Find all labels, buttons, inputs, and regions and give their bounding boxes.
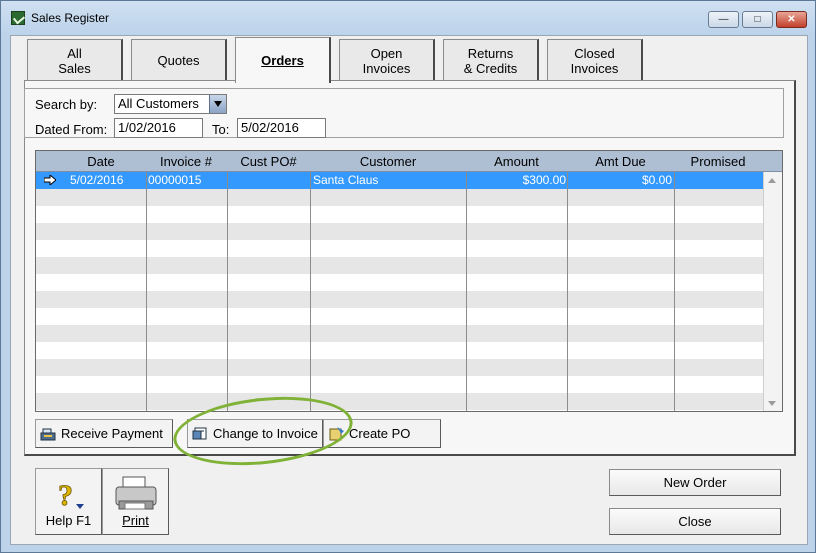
create-po-button[interactable]: Create PO [323, 419, 441, 448]
column-divider [567, 172, 568, 411]
print-button[interactable]: Print [102, 468, 169, 535]
purchase-order-icon [329, 426, 344, 440]
cell-customer: Santa Claus [313, 173, 379, 187]
maximize-button[interactable]: □ [742, 11, 773, 28]
tab-open-invoices[interactable]: Open Invoices [339, 39, 435, 81]
receive-payment-button[interactable]: Receive Payment [35, 419, 173, 448]
close-window-button[interactable]: ✕ [776, 11, 807, 28]
window-title: Sales Register [31, 11, 110, 25]
search-by-label: Search by: [35, 97, 98, 112]
date-to-field[interactable]: 5/02/2016 [237, 118, 326, 138]
scroll-down-icon[interactable] [768, 401, 776, 406]
title-bar: Sales Register — □ ✕ [1, 1, 815, 35]
app-icon [11, 11, 25, 25]
to-label: To: [212, 122, 230, 137]
printer-icon [115, 476, 157, 510]
filter-group: Search by: All Customers Dated From: 1/0… [24, 88, 784, 138]
orders-table: Date Invoice # Cust PO# Customer Amount … [35, 150, 783, 412]
cell-amt-due: $0.00 [641, 173, 672, 187]
cash-register-icon [40, 428, 56, 440]
change-to-invoice-label: Change to Invoice [213, 426, 318, 441]
column-header-cust-po[interactable]: Cust PO# [227, 154, 310, 169]
create-po-label: Create PO [349, 426, 411, 441]
column-header-promised[interactable]: Promised [674, 154, 762, 169]
column-divider [146, 172, 147, 411]
column-header-amt-due[interactable]: Amt Due [567, 154, 674, 169]
tab-orders[interactable]: Orders [235, 37, 331, 83]
help-question-icon: ? [58, 479, 84, 511]
print-label: Print [103, 513, 168, 528]
print-label-text: Print [122, 513, 149, 528]
cell-amount: $300.00 [522, 173, 566, 187]
tab-quotes[interactable]: Quotes [131, 39, 227, 81]
minimize-button[interactable]: — [708, 11, 739, 28]
search-by-value: All Customers [118, 96, 199, 111]
column-header-customer[interactable]: Customer [310, 154, 466, 169]
cell-invoice: 00000015 [148, 173, 202, 187]
tab-returns-credits[interactable]: Returns & Credits [443, 39, 539, 81]
help-label: Help F1 [45, 513, 92, 528]
column-header-invoice[interactable]: Invoice # [146, 154, 226, 169]
sales-register-window: Sales Register — □ ✕ All Sales Quotes Or… [0, 0, 816, 553]
column-divider [310, 172, 311, 411]
svg-text:?: ? [58, 479, 73, 511]
receive-payment-label: Receive Payment [61, 426, 163, 441]
client-area: All Sales Quotes Orders Open Invoices Re… [10, 35, 808, 545]
column-divider [466, 172, 467, 411]
table-header: Date Invoice # Cust PO# Customer Amount … [36, 151, 782, 172]
tab-closed-invoices[interactable]: Closed Invoices [547, 39, 643, 81]
search-by-dropdown[interactable]: All Customers [114, 94, 227, 114]
dated-from-field[interactable]: 1/02/2016 [114, 118, 203, 138]
vertical-scrollbar[interactable] [763, 172, 782, 411]
close-button[interactable]: Close [609, 508, 781, 535]
column-header-date[interactable]: Date [66, 154, 136, 169]
scroll-up-icon[interactable] [768, 178, 776, 183]
column-divider [674, 172, 675, 411]
cell-date: 5/02/2016 [70, 173, 124, 187]
invoice-icon [192, 427, 207, 439]
row-pointer-icon [44, 175, 56, 185]
new-order-button[interactable]: New Order [609, 469, 781, 496]
column-divider [227, 172, 228, 411]
column-header-amount[interactable]: Amount [466, 154, 567, 169]
chevron-down-icon[interactable] [209, 95, 226, 113]
help-button[interactable]: ? Help F1 [35, 468, 102, 535]
tab-all-sales[interactable]: All Sales [27, 39, 123, 81]
change-to-invoice-button[interactable]: Change to Invoice [187, 419, 323, 448]
dated-from-label: Dated From: [35, 122, 108, 137]
